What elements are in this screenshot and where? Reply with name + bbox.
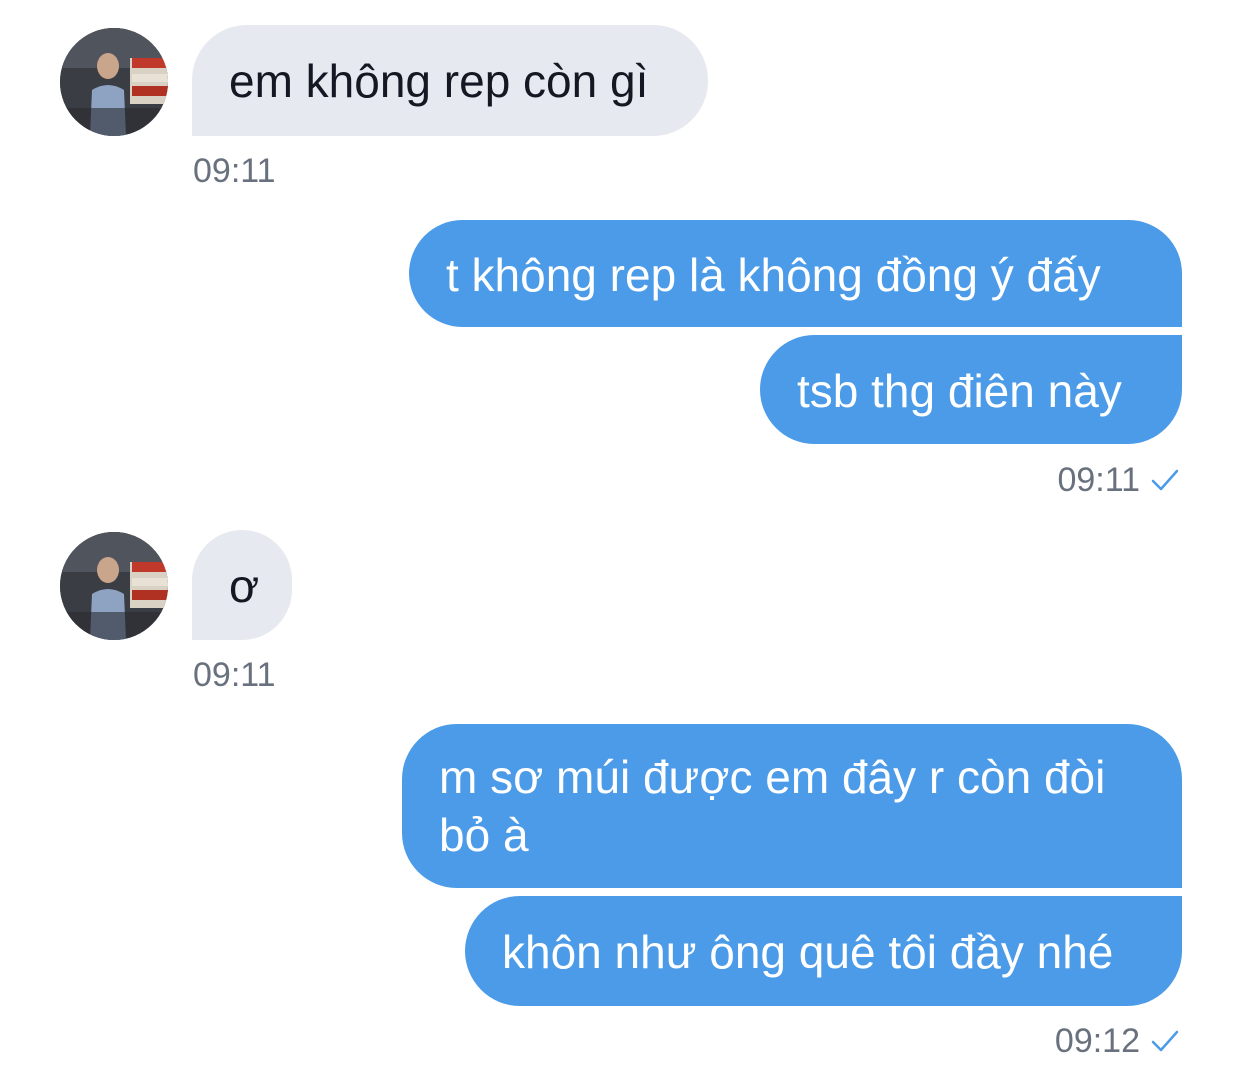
message-timestamp: 09:11 <box>193 152 276 190</box>
contact-photo-icon <box>60 532 168 640</box>
message-text: t không rep là không đồng ý đấy <box>446 249 1101 301</box>
message-text: tsb thg điên này <box>797 365 1122 417</box>
message-bubble-incoming[interactable]: em không rep còn gì <box>192 25 708 136</box>
message-bubble-incoming[interactable]: ơ <box>192 530 292 640</box>
message-timestamp: 09:11 <box>1057 461 1140 499</box>
message-timestamp: 09:11 <box>193 656 276 694</box>
message-bubble-outgoing[interactable]: tsb thg điên này <box>760 335 1182 444</box>
message-receipt: 09:11 <box>1057 460 1180 500</box>
message-text: ơ <box>229 560 260 612</box>
contact-avatar[interactable] <box>60 28 168 136</box>
message-bubble-outgoing[interactable]: khôn như ông quê tôi đầy nhé <box>465 896 1182 1006</box>
message-bubble-outgoing[interactable]: m sơ múi được em đây r còn đòi bỏ à <box>402 724 1182 888</box>
contact-avatar[interactable] <box>60 532 168 640</box>
message-text: m sơ múi được em đây r còn đòi bỏ à <box>439 751 1106 861</box>
message-text: khôn như ông quê tôi đầy nhé <box>502 926 1114 978</box>
contact-photo-icon <box>60 28 168 136</box>
message-timestamp: 09:12 <box>1054 1022 1140 1060</box>
check-icon <box>1150 1029 1180 1053</box>
message-bubble-outgoing[interactable]: t không rep là không đồng ý đấy <box>409 220 1182 327</box>
message-text: em không rep còn gì <box>229 55 649 107</box>
message-receipt: 09:12 <box>1055 1021 1180 1061</box>
check-icon <box>1150 468 1180 492</box>
